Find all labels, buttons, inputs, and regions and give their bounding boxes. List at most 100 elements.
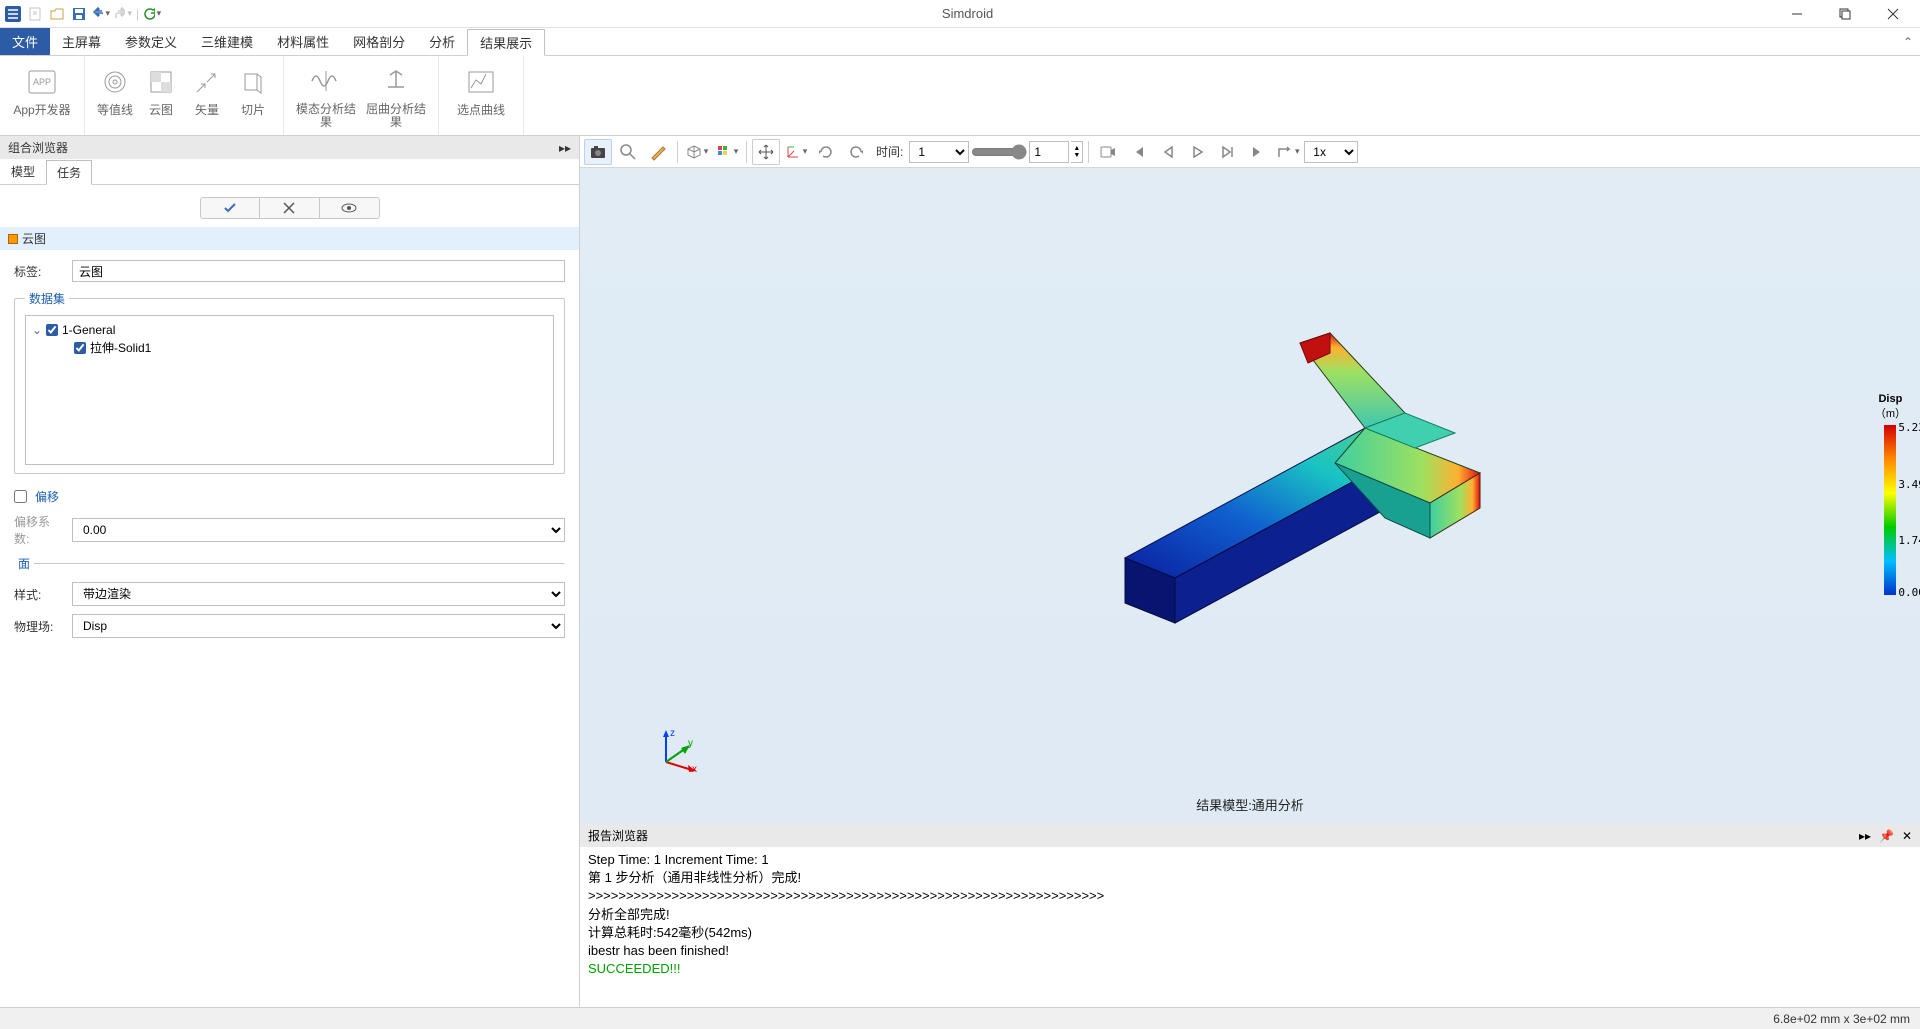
offset-select[interactable]: 0.00 [72, 518, 565, 542]
loop-icon[interactable] [1274, 139, 1302, 165]
color-legend: Disp （m） 5.239e-07 3.493e-07 1.746e-07 0… [1875, 393, 1906, 599]
menu-tab-3d[interactable]: 三维建模 [189, 28, 265, 55]
report-expand-icon[interactable]: ▸▸ [1859, 829, 1871, 843]
close-button[interactable] [1870, 0, 1916, 28]
ribbon-slice[interactable]: 切片 [233, 62, 273, 129]
legend-title: Disp [1875, 393, 1906, 405]
menu-tabs: 文件 主屏幕 参数定义 三维建模 材料属性 网格剖分 分析 结果展示 ⌃ [0, 28, 1920, 56]
ribbon-modal[interactable]: 模态分析结果 [294, 62, 358, 129]
time-label: 时间: [876, 143, 903, 160]
move-icon[interactable] [752, 139, 780, 165]
colorbar: 5.239e-07 3.493e-07 1.746e-07 0.000e+00 [1884, 425, 1896, 595]
viewport-caption: 结果模型:通用分析 [1196, 795, 1304, 814]
rotate-ccw-icon[interactable] [812, 139, 840, 165]
brush-icon[interactable] [644, 139, 672, 165]
ribbon-buckling[interactable]: 屈曲分析结果 [364, 62, 428, 129]
svg-text:z: z [670, 728, 675, 739]
new-icon[interactable] [26, 5, 44, 23]
app-title: Simdroid [161, 6, 1774, 21]
panel-collapse-icon[interactable]: ▸▸ [559, 141, 571, 155]
svg-text:y: y [688, 738, 693, 749]
panel-tab-model[interactable]: 模型 [0, 159, 46, 184]
app-icon [4, 5, 22, 23]
offset-checkbox[interactable] [14, 490, 27, 503]
time-select[interactable]: 1 [909, 141, 969, 163]
svg-text:APP: APP [33, 77, 51, 87]
menu-tab-params[interactable]: 参数定义 [113, 28, 189, 55]
menu-tab-material[interactable]: 材料属性 [265, 28, 341, 55]
section-header: 云图 [0, 227, 579, 250]
cube-icon[interactable] [683, 139, 711, 165]
panel-tab-task[interactable]: 任务 [46, 160, 92, 185]
camera-icon[interactable] [584, 139, 612, 165]
ribbon-collapse-icon[interactable]: ⌃ [1896, 28, 1920, 55]
axis-triad: z y x [656, 728, 696, 768]
ribbon-contour[interactable]: 等值线 [95, 62, 135, 129]
tree-check-root[interactable] [46, 324, 58, 336]
legend-unit: （m） [1875, 405, 1906, 421]
rotate-cw-icon[interactable] [842, 139, 870, 165]
report-pin-icon[interactable]: 📌 [1879, 829, 1894, 843]
status-text: 6.8e+02 mm x 3e+02 mm [1773, 1012, 1910, 1026]
ribbon-vector[interactable]: 矢量 [187, 62, 227, 129]
open-icon[interactable] [48, 5, 66, 23]
offset-label: 偏移 [35, 488, 59, 505]
zoom-icon[interactable] [614, 139, 642, 165]
viewport-toolbar: 时间: 1 ▲▼ 1x [580, 136, 1920, 168]
section-icon [8, 234, 18, 244]
report-close-icon[interactable]: ✕ [1902, 829, 1912, 843]
ribbon-curve[interactable]: 选点曲线 [449, 62, 513, 129]
cancel-button[interactable] [260, 197, 320, 219]
refresh-icon[interactable] [143, 5, 161, 23]
play-icon[interactable] [1184, 139, 1212, 165]
menu-file[interactable]: 文件 [0, 28, 50, 55]
ribbon-app-dev[interactable]: APP App开发器 [10, 62, 74, 129]
viewport[interactable]: z y x Disp （m） 5.239e-07 3.493e-07 1.746… [580, 168, 1920, 824]
menu-tab-analysis[interactable]: 分析 [417, 28, 467, 55]
time-slider[interactable] [971, 144, 1027, 160]
menu-tab-results[interactable]: 结果展示 [467, 29, 545, 56]
report-browser[interactable]: Step Time: 1 Increment Time: 1 第 1 步分析（通… [580, 847, 1920, 1007]
field-select[interactable]: Disp [72, 614, 565, 638]
axes-icon[interactable] [782, 139, 810, 165]
face-legend: 面 [14, 555, 34, 572]
field-label: 物理场: [14, 618, 64, 635]
offset-coef-label: 偏移系数: [14, 513, 64, 547]
style-select[interactable]: 带边渲染 [72, 582, 565, 606]
maximize-button[interactable] [1822, 0, 1868, 28]
panel-title: 组合浏览器 ▸▸ [0, 136, 579, 159]
report-header: 报告浏览器 ▸▸ 📌 ✕ [580, 824, 1920, 847]
ribbon-cloud[interactable]: 云图 [141, 62, 181, 129]
left-panel: 组合浏览器 ▸▸ 模型 任务 云图 标签: 数据集 ⌄ [0, 136, 580, 1007]
svg-text:x: x [692, 764, 697, 772]
speed-select[interactable]: 1x [1304, 141, 1358, 163]
prev-frame-icon[interactable] [1154, 139, 1182, 165]
tree-check-child[interactable] [74, 342, 86, 354]
ribbon: APP App开发器 等值线 云图 矢量 切片 模态分析结果 屈曲分析结果 [0, 56, 1920, 136]
preview-button[interactable] [320, 197, 380, 219]
palette-icon[interactable] [713, 139, 741, 165]
dataset-legend: 数据集 [25, 290, 69, 307]
tree-child-label[interactable]: 拉伸-Solid1 [90, 339, 151, 356]
tree-root-label[interactable]: 1-General [62, 323, 115, 337]
first-frame-icon[interactable] [1124, 139, 1152, 165]
label-label: 标签: [14, 263, 64, 280]
redo-icon[interactable] [114, 5, 132, 23]
label-input[interactable] [72, 260, 565, 282]
accept-button[interactable] [200, 197, 260, 219]
undo-icon[interactable] [92, 5, 110, 23]
menu-tab-mesh[interactable]: 网格剖分 [341, 28, 417, 55]
title-bar: | Simdroid [0, 0, 1920, 28]
style-label: 样式: [14, 586, 64, 603]
last-frame-icon[interactable] [1244, 139, 1272, 165]
model-3d [990, 293, 1510, 633]
menu-tab-home[interactable]: 主屏幕 [50, 28, 113, 55]
minimize-button[interactable] [1774, 0, 1820, 28]
ribbon-label: App开发器 [13, 104, 70, 117]
save-icon[interactable] [70, 5, 88, 23]
tree-caret-icon[interactable]: ⌄ [32, 323, 42, 337]
frame-input[interactable] [1029, 141, 1069, 163]
next-frame-icon[interactable] [1214, 139, 1242, 165]
record-icon[interactable] [1094, 139, 1122, 165]
dataset-tree[interactable]: ⌄ 1-General 拉伸-Solid1 [25, 315, 554, 465]
